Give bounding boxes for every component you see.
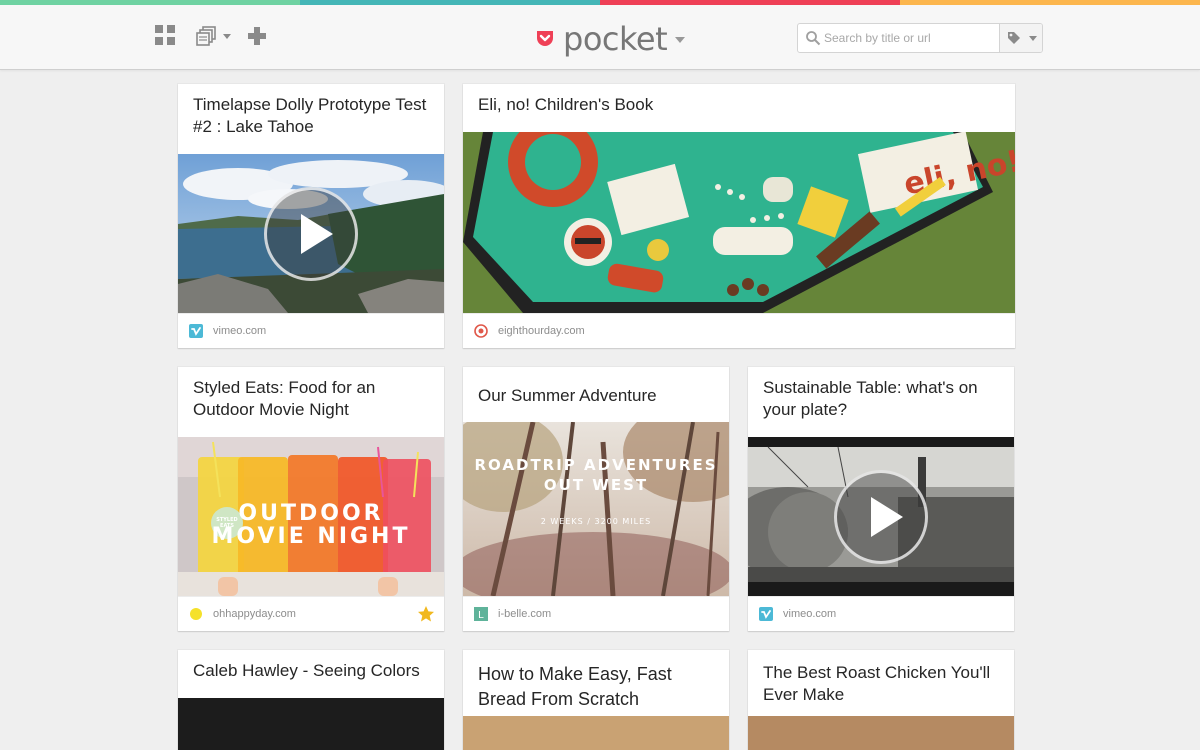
item-thumbnail [748, 437, 1014, 596]
sun-icon [190, 608, 202, 620]
site-favicon-icon [474, 324, 488, 338]
item-domain[interactable]: i-belle.com [498, 607, 551, 621]
item-thumbnail [748, 716, 1014, 750]
stacked-pages-icon[interactable] [196, 25, 236, 47]
item-title[interactable]: Caleb Hawley - Seeing Colors [193, 660, 430, 682]
item-thumbnail: ROADTRIP ADVENTURES OUT WEST 2 WEEKS / 3… [463, 422, 729, 596]
item-title[interactable]: The Best Roast Chicken You'll Ever Make [763, 662, 1000, 706]
item-domain[interactable]: vimeo.com [783, 607, 836, 621]
play-icon[interactable] [264, 187, 358, 281]
list-item[interactable]: Our Summer Adventure ROADTRIP ADVENTURES… [463, 367, 729, 631]
grid-view-icon[interactable] [155, 25, 175, 45]
item-domain[interactable]: vimeo.com [213, 324, 266, 338]
list-item[interactable]: Sustainable Table: what's on your plate?… [748, 367, 1014, 631]
item-thumbnail [178, 154, 444, 313]
item-footer: vimeo.com [178, 313, 444, 348]
search-icon [806, 31, 821, 46]
vimeo-icon [189, 324, 203, 338]
list-item[interactable]: Styled Eats: Food for an Outdoor Movie N… [178, 367, 444, 631]
thumbnail-headline: OUTDOOR [238, 501, 384, 526]
item-footer: ohhappyday.com [178, 596, 444, 631]
item-title[interactable]: Our Summer Adventure [478, 385, 715, 407]
list-item[interactable]: Timelapse Dolly Prototype Test #2 : Lake… [178, 84, 444, 348]
item-title[interactable]: Sustainable Table: what's on your plate? [763, 377, 1000, 421]
list-item[interactable]: Caleb Hawley - Seeing Colors [178, 650, 444, 750]
item-thumbnail: eli, no! [463, 132, 1015, 313]
item-title[interactable]: Timelapse Dolly Prototype Test #2 : Lake… [193, 94, 430, 138]
tag-filter-button[interactable] [999, 24, 1042, 52]
item-thumbnail: STYLED EATS OUTDOOR MOVIE NIGHT [178, 437, 444, 596]
search-box [797, 23, 1043, 53]
list-item[interactable]: The Best Roast Chicken You'll Ever Make [748, 650, 1014, 750]
item-title[interactable]: Styled Eats: Food for an Outdoor Movie N… [193, 377, 430, 421]
thumbnail-subheadline: MOVIE NIGHT [211, 524, 411, 549]
svg-text:L: L [478, 610, 484, 621]
item-footer: L i-belle.com [463, 596, 729, 631]
item-thumbnail [463, 716, 729, 750]
top-bar: pocket [0, 5, 1200, 70]
thumbnail-headline: ROADTRIP ADVENTURES [474, 456, 718, 474]
plus-icon[interactable] [246, 25, 268, 47]
vimeo-icon [759, 607, 773, 621]
thumbnail-caption: 2 WEEKS / 3200 MILES [540, 517, 652, 526]
item-title[interactable]: How to Make Easy, Fast Bread From Scratc… [478, 662, 715, 712]
item-thumbnail [178, 698, 444, 750]
list-item[interactable]: Eli, no! Children's Book eli, no! eighth… [463, 84, 1015, 348]
tag-icon [1008, 32, 1037, 44]
item-footer: vimeo.com [748, 596, 1014, 631]
play-icon[interactable] [834, 470, 928, 564]
thumbnail-subheadline: OUT WEST [543, 476, 649, 494]
chevron-down-icon[interactable] [675, 37, 686, 43]
site-favicon-icon: L [474, 607, 488, 621]
logo-wordmark: pocket [563, 20, 668, 58]
search-input[interactable] [824, 24, 996, 52]
item-title[interactable]: Eli, no! Children's Book [478, 94, 1001, 116]
item-footer: eighthourday.com [463, 313, 1015, 348]
item-domain[interactable]: eighthourday.com [498, 324, 585, 338]
list-item[interactable]: How to Make Easy, Fast Bread From Scratc… [463, 650, 729, 750]
pocket-logo-icon [537, 31, 553, 46]
favorite-star-icon[interactable] [417, 605, 435, 623]
item-domain[interactable]: ohhappyday.com [213, 607, 296, 621]
pocket-logo[interactable]: pocket [535, 19, 686, 59]
